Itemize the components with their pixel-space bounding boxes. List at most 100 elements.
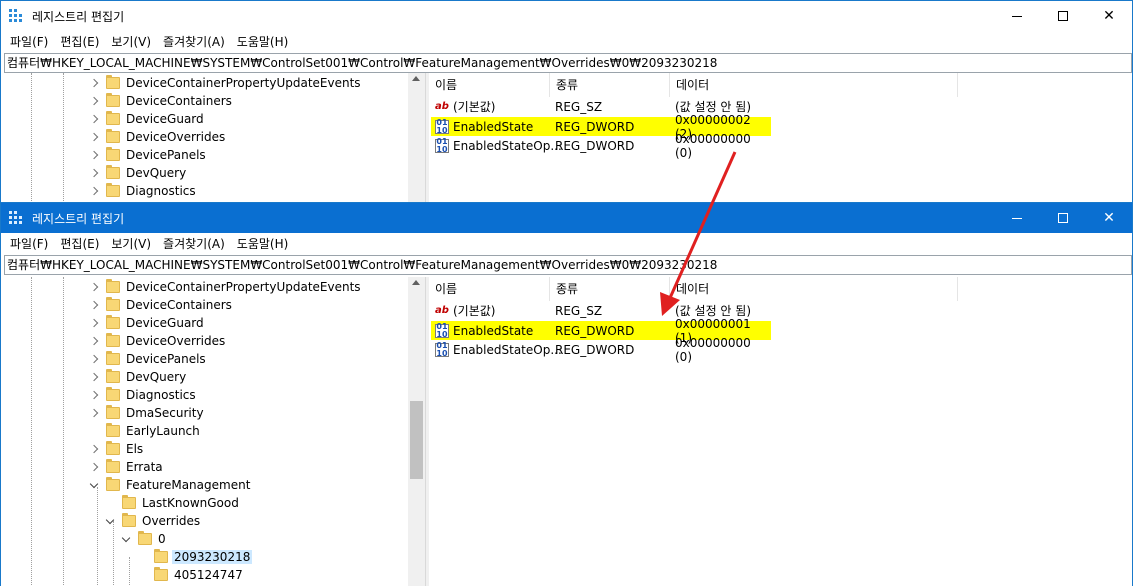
minimize-button[interactable] — [994, 203, 1040, 233]
menu-help[interactable]: 도움말(H) — [231, 33, 295, 50]
tree-node[interactable]: 405124747 — [137, 566, 245, 584]
minimize-icon — [1012, 217, 1022, 219]
tree-node-expanded[interactable]: FeatureManagement — [89, 476, 252, 494]
tree-node[interactable]: DeviceContainerPropertyUpdateEvents — [89, 278, 363, 296]
window-title: 레지스트리 편집기 — [32, 211, 125, 226]
chevron-down-icon[interactable] — [121, 533, 131, 542]
column-name[interactable]: 이름 — [429, 73, 550, 97]
tree-node[interactable]: Errata — [89, 458, 165, 476]
chevron-right-icon[interactable] — [89, 318, 99, 328]
menu-favorites[interactable]: 즐겨찾기(A) — [157, 33, 231, 50]
folder-icon — [106, 129, 120, 143]
folder-icon — [138, 531, 152, 545]
tree-scrollbar[interactable] — [408, 73, 425, 203]
key-tree[interactable]: DeviceContainerPropertyUpdateEvents Devi… — [1, 277, 425, 586]
menu-view[interactable]: 보기(V) — [105, 33, 157, 50]
menu-help[interactable]: 도움말(H) — [231, 235, 295, 252]
tree-node[interactable]: DeviceOverrides — [89, 128, 227, 146]
chevron-right-icon[interactable] — [89, 186, 99, 196]
tree-node[interactable]: DeviceContainerPropertyUpdateEvents — [89, 74, 363, 92]
folder-icon — [154, 549, 168, 563]
tree-node[interactable]: EarlyLaunch — [89, 422, 202, 440]
maximize-button[interactable] — [1040, 203, 1086, 233]
chevron-right-icon[interactable] — [89, 354, 99, 364]
address-bar[interactable]: 컴퓨터₩HKEY_LOCAL_MACHINE₩SYSTEM₩ControlSet… — [4, 53, 1132, 73]
dword-value-icon: 01 10 — [435, 340, 449, 358]
column-data[interactable]: 데이터 — [670, 73, 958, 97]
tree-node-selected[interactable]: 2093230218 — [137, 548, 253, 566]
menu-file[interactable]: 파일(F) — [4, 33, 54, 50]
chevron-right-icon[interactable] — [89, 150, 99, 160]
chevron-right-icon[interactable] — [89, 390, 99, 400]
chevron-right-icon[interactable] — [89, 408, 99, 418]
column-type[interactable]: 종류 — [550, 277, 670, 301]
main-pane: DeviceContainerPropertyUpdateEvents Devi… — [1, 277, 1132, 586]
tree-node[interactable]: DeviceGuard — [89, 110, 206, 128]
folder-icon — [106, 75, 120, 89]
value-type: REG_SZ — [555, 99, 603, 114]
address-bar[interactable]: 컴퓨터₩HKEY_LOCAL_MACHINE₩SYSTEM₩ControlSet… — [4, 255, 1132, 275]
maximize-icon — [1058, 11, 1068, 21]
scroll-thumb[interactable] — [410, 401, 423, 479]
tree-node[interactable]: DeviceGuard — [89, 314, 206, 332]
tree-node-expanded[interactable]: Overrides — [105, 512, 202, 530]
menu-file[interactable]: 파일(F) — [4, 235, 54, 252]
maximize-button[interactable] — [1040, 1, 1086, 31]
menu-edit[interactable]: 편집(E) — [54, 235, 105, 252]
chevron-right-icon[interactable] — [89, 336, 99, 346]
chevron-down-icon[interactable] — [105, 515, 115, 524]
chevron-right-icon[interactable] — [89, 444, 99, 454]
value-name: (기본값) — [453, 304, 496, 318]
tree-node[interactable]: DeviceContainers — [89, 296, 234, 314]
tree-scrollbar[interactable] — [408, 277, 425, 586]
close-button[interactable]: ✕ — [1086, 203, 1132, 233]
chevron-right-icon[interactable] — [89, 462, 99, 472]
menu-view[interactable]: 보기(V) — [105, 235, 157, 252]
value-row[interactable]: 01 10 EnabledStateOp... REG_DWORD 0x00000… — [431, 336, 771, 364]
list-header: 이름 종류 데이터 — [429, 277, 1132, 301]
column-data[interactable]: 데이터 — [670, 277, 958, 301]
menu-edit[interactable]: 편집(E) — [54, 33, 105, 50]
close-button[interactable]: ✕ — [1086, 1, 1132, 31]
value-row[interactable]: 01 10 EnabledStateOp... REG_DWORD 0x00000… — [431, 132, 771, 160]
chevron-right-icon[interactable] — [89, 132, 99, 142]
title-bar[interactable]: 레지스트리 편집기 ✕ — [1, 1, 1132, 31]
chevron-right-icon[interactable] — [89, 300, 99, 310]
title-bar[interactable]: 레지스트리 편집기 ✕ — [1, 203, 1132, 233]
tree-node[interactable]: DevQuery — [89, 164, 188, 182]
key-tree[interactable]: DeviceContainerPropertyUpdateEvents Devi… — [1, 73, 425, 203]
folder-icon — [106, 351, 120, 365]
value-name: EnabledStateOp... — [453, 138, 562, 153]
minimize-icon — [1012, 15, 1022, 17]
tree-node[interactable]: LastKnownGood — [105, 494, 241, 512]
main-pane: DeviceContainerPropertyUpdateEvents Devi… — [1, 73, 1132, 203]
minimize-button[interactable] — [994, 1, 1040, 31]
tree-node[interactable]: DevicePanels — [89, 146, 208, 164]
chevron-right-icon[interactable] — [89, 78, 99, 88]
scroll-up-icon[interactable] — [412, 76, 420, 81]
tree-node[interactable]: Diagnostics — [89, 386, 198, 404]
tree-node[interactable]: DmaSecurity — [89, 404, 206, 422]
chevron-right-icon[interactable] — [89, 96, 99, 106]
folder-icon — [106, 477, 120, 491]
scroll-up-icon[interactable] — [412, 280, 420, 285]
tree-node-expanded[interactable]: 0 — [121, 530, 168, 548]
tree-node[interactable]: DevQuery — [89, 368, 188, 386]
list-header: 이름 종류 데이터 — [429, 73, 1132, 97]
folder-icon — [106, 405, 120, 419]
maximize-icon — [1058, 213, 1068, 223]
chevron-right-icon[interactable] — [89, 282, 99, 292]
tree-node[interactable]: Diagnostics — [89, 182, 198, 200]
chevron-right-icon[interactable] — [89, 114, 99, 124]
chevron-right-icon[interactable] — [89, 168, 99, 178]
tree-node[interactable]: DevicePanels — [89, 350, 208, 368]
value-data: 0x00000000 (0) — [675, 335, 751, 364]
chevron-right-icon[interactable] — [89, 372, 99, 382]
tree-node[interactable]: DeviceOverrides — [89, 332, 227, 350]
column-type[interactable]: 종류 — [550, 73, 670, 97]
tree-node[interactable]: Els — [89, 440, 145, 458]
menu-favorites[interactable]: 즐겨찾기(A) — [157, 235, 231, 252]
column-name[interactable]: 이름 — [429, 277, 550, 301]
chevron-down-icon[interactable] — [89, 479, 99, 488]
tree-node[interactable]: DeviceContainers — [89, 92, 234, 110]
